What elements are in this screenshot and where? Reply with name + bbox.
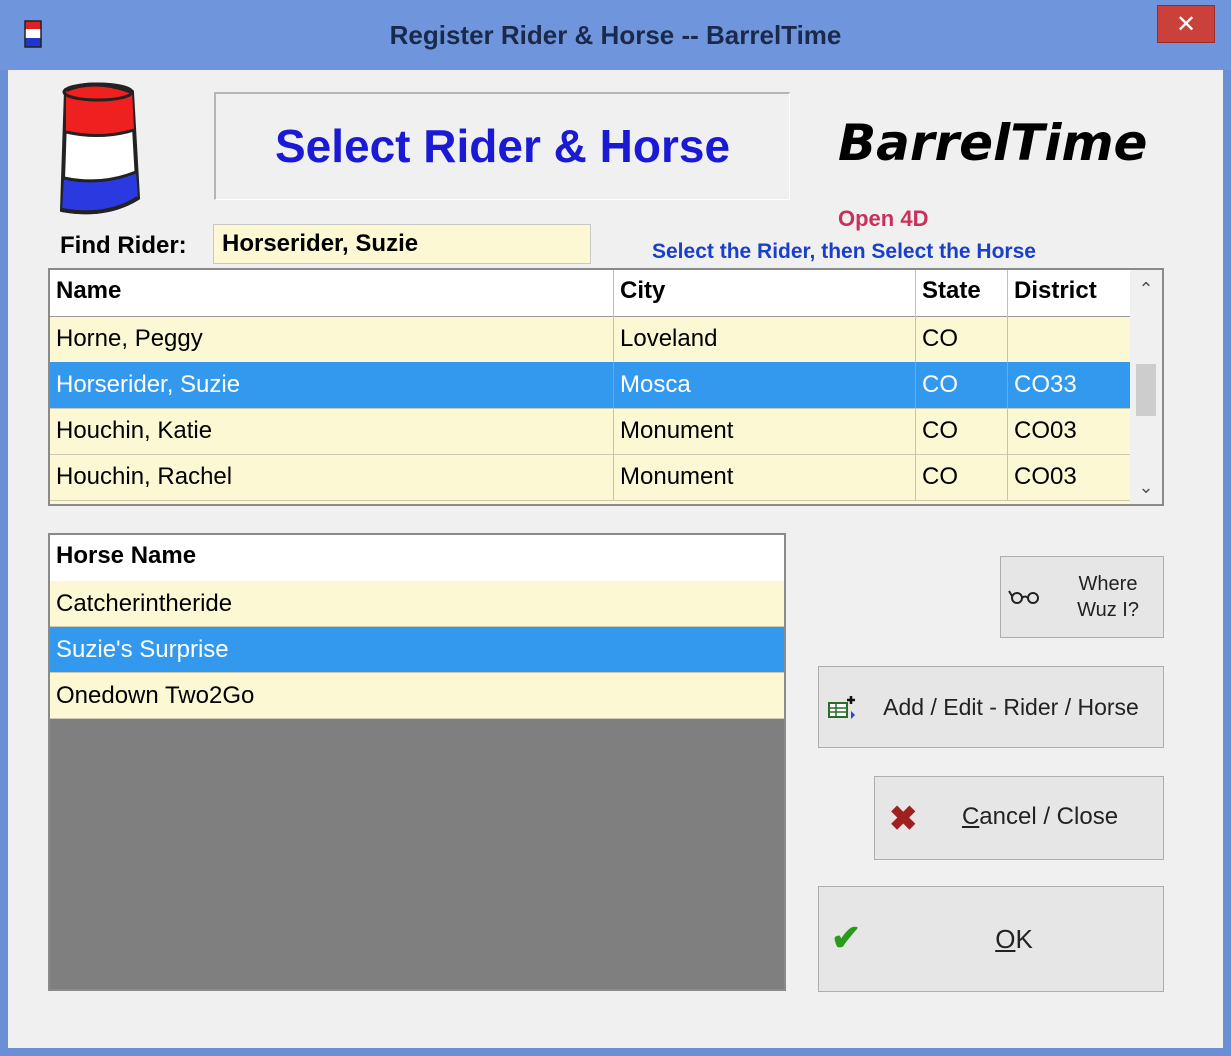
cancel-label-rest: ancel / Close [979,803,1119,830]
dialog-body: Select Rider & Horse BarrelTime Open 4D … [8,70,1223,1048]
cancel-mnemonic: C [961,803,980,830]
column-header-state[interactable]: State [916,270,1008,316]
ok-mnemonic: O [995,924,1016,954]
dialog-window: Register Rider & Horse -- BarrelTime ✕ S… [0,0,1231,1056]
rider-row[interactable]: Houchin, Rachel Monument CO CO03 [50,454,1130,501]
ok-label: OK [889,887,1139,991]
rider-city-cell: Mosca [614,362,916,408]
where-wuz-i-button[interactable]: Where Wuz I? [1000,556,1164,638]
column-header-name[interactable]: Name [50,270,614,316]
rider-district-cell: CO03 [1014,463,1077,490]
rider-row[interactable]: Houchin, Katie Monument CO CO03 [50,408,1130,455]
barrel-logo [59,82,141,215]
rider-list-scrollbar[interactable]: ⌃ ⌄ [1130,270,1162,504]
rider-name-cell: Houchin, Rachel [50,454,614,500]
rider-district-cell: CO03 [1014,417,1077,444]
rider-state-cell: CO [916,454,1008,500]
rider-city-cell: Loveland [614,316,916,362]
ok-button[interactable]: ✔ OK [818,886,1164,992]
scroll-down-chevron-icon[interactable]: ⌄ [1130,472,1162,502]
rider-row[interactable]: Horne, Peggy Loveland CO [50,316,1130,363]
scroll-thumb[interactable] [1136,364,1156,416]
close-button[interactable]: ✕ [1157,5,1215,43]
horse-row[interactable]: Catcherintheride [50,581,784,627]
edition-label: Open 4D [838,206,929,231]
rider-name-cell: Horne, Peggy [50,316,614,362]
rider-district-cell: CO33 [1014,371,1077,398]
instruction-text: Select the Rider, then Select the Horse [652,240,1036,263]
brand-name: BarrelTime [838,114,1148,172]
rider-list-header: Name City State District [50,270,1130,317]
scroll-up-chevron-icon[interactable]: ⌃ [1130,274,1162,304]
rider-state-cell: CO [916,408,1008,454]
rider-state-cell: CO [916,316,1008,362]
add-edit-rider-horse-button[interactable]: Add / Edit - Rider / Horse [818,666,1164,748]
add-edit-label: Add / Edit - Rider / Horse [883,694,1139,720]
cancel-close-label: Cancel / Close [945,777,1135,857]
where-wuz-i-label: Where Wuz I? [1055,571,1161,623]
title-bar[interactable]: Register Rider & Horse -- BarrelTime ✕ [0,0,1231,70]
column-header-city[interactable]: City [614,270,916,316]
header-panel: Select Rider & Horse [214,92,790,200]
horse-list[interactable]: Horse Name Catcherintheride Suzie's Surp… [48,533,786,991]
grid-add-icon [828,696,855,719]
rider-city-cell: Monument [614,408,916,454]
column-header-horse-name[interactable]: Horse Name [56,535,196,577]
rider-row-selected[interactable]: Horserider, Suzie Mosca CO CO33 [50,362,1130,409]
ok-label-rest: K [1015,924,1033,954]
close-icon: ✕ [1175,11,1197,38]
where-label-line1: Where [1078,573,1138,595]
horse-row[interactable]: Onedown Two2Go [50,673,784,719]
rider-state-cell: CO [916,362,1008,408]
rider-name-cell: Horserider, Suzie [50,362,614,408]
window-title: Register Rider & Horse -- BarrelTime [389,20,842,50]
cancel-close-button[interactable]: ✖ Cancel / Close [874,776,1164,860]
horse-row-selected[interactable]: Suzie's Surprise [50,627,784,673]
rider-list[interactable]: Name City State District Horne, Peggy Lo… [48,268,1164,506]
page-title: Select Rider & Horse [274,120,731,172]
column-header-district[interactable]: District [1008,270,1130,316]
where-label-line2: Wuz I? [1077,599,1139,621]
rider-city-cell: Monument [614,454,916,500]
rider-name-cell: Houchin, Katie [50,408,614,454]
glasses-icon [1008,590,1039,604]
green-check-icon: ✔ [831,917,862,958]
red-x-icon: ✖ [889,800,918,838]
find-rider-label: Find Rider: [60,232,187,259]
horse-list-header: Horse Name [50,535,784,582]
rider-district-cell [1008,316,1130,362]
find-rider-input[interactable] [213,224,591,264]
